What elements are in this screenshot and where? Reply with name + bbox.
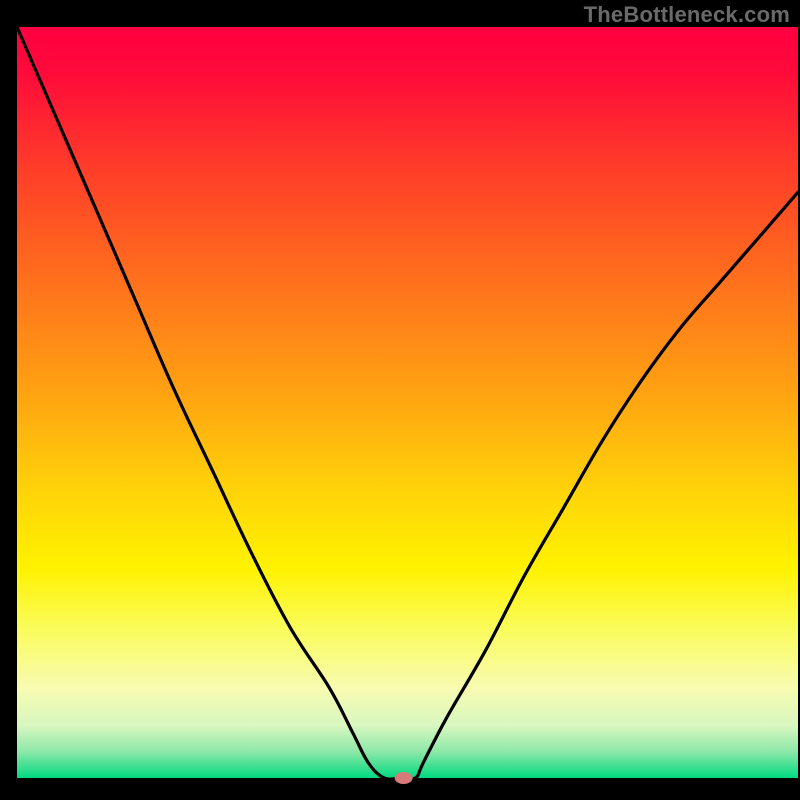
plot-background: [17, 27, 798, 778]
optimum-marker: [395, 772, 413, 784]
chart-frame: TheBottleneck.com: [0, 0, 800, 800]
bottleneck-chart: [0, 0, 800, 800]
